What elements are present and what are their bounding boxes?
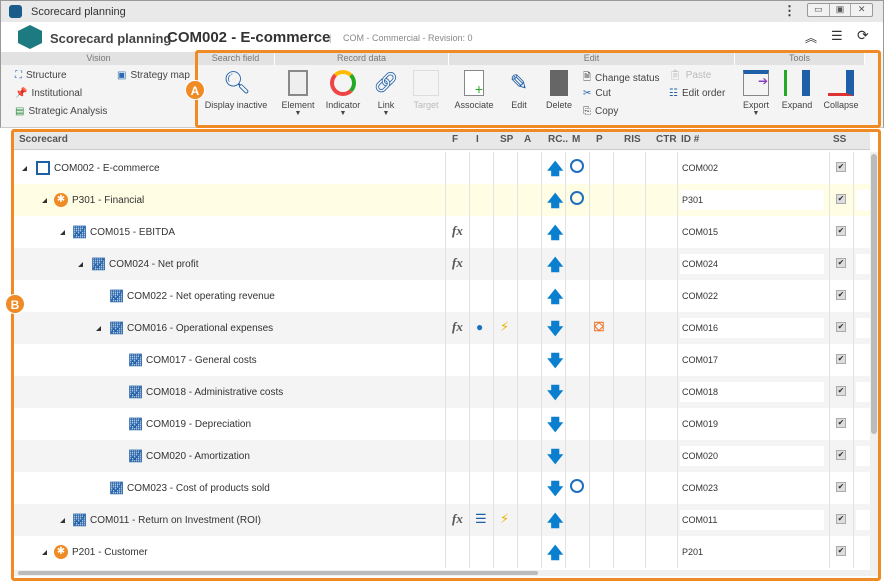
list-icon[interactable]: ☰ bbox=[831, 28, 843, 44]
structure-icon: ⛶ bbox=[15, 70, 22, 81]
window-title: Scorecard planning bbox=[31, 6, 126, 18]
app-icon bbox=[9, 5, 22, 18]
breadcrumb-chevron-icon: › bbox=[152, 30, 156, 44]
callout-b-badge: B bbox=[5, 294, 25, 314]
pin-icon: 📌 bbox=[15, 88, 28, 99]
collapse-header-icon[interactable]: ︽ bbox=[805, 29, 817, 46]
more-options-icon[interactable]: ⋮ bbox=[783, 3, 796, 19]
structure-button[interactable]: ⛶ Structure bbox=[15, 70, 67, 81]
strategic-analysis-button[interactable]: ▤ Strategic Analysis bbox=[15, 106, 107, 117]
callout-a-badge: A bbox=[185, 80, 205, 100]
vision-section-title: Vision bbox=[1, 52, 197, 65]
window-titlebar: Scorecard planning ⋮ ▭ ▣ ✕ bbox=[0, 0, 884, 22]
minimize-button[interactable]: ▭ bbox=[808, 4, 830, 16]
strategy-map-button[interactable]: ▣ Strategy map bbox=[117, 70, 190, 81]
page-subtitle: COM - Commercial - Revision: 0 bbox=[343, 33, 473, 43]
callout-b-frame bbox=[11, 129, 881, 581]
analysis-icon: ▤ bbox=[15, 106, 25, 117]
refresh-icon[interactable]: ⟳ bbox=[857, 27, 869, 44]
scorecard-logo-icon bbox=[18, 25, 42, 49]
institutional-button[interactable]: 📌 Institutional bbox=[15, 88, 82, 99]
callout-a-frame bbox=[195, 50, 881, 128]
page-header: Scorecard planning › COM002 - E-commerce… bbox=[0, 22, 884, 52]
maximize-button[interactable]: ▣ bbox=[830, 4, 852, 16]
close-button[interactable]: ✕ bbox=[851, 4, 872, 16]
strategy-map-icon: ▣ bbox=[117, 70, 127, 81]
page-title: COM002 - E-commerce bbox=[167, 29, 331, 46]
